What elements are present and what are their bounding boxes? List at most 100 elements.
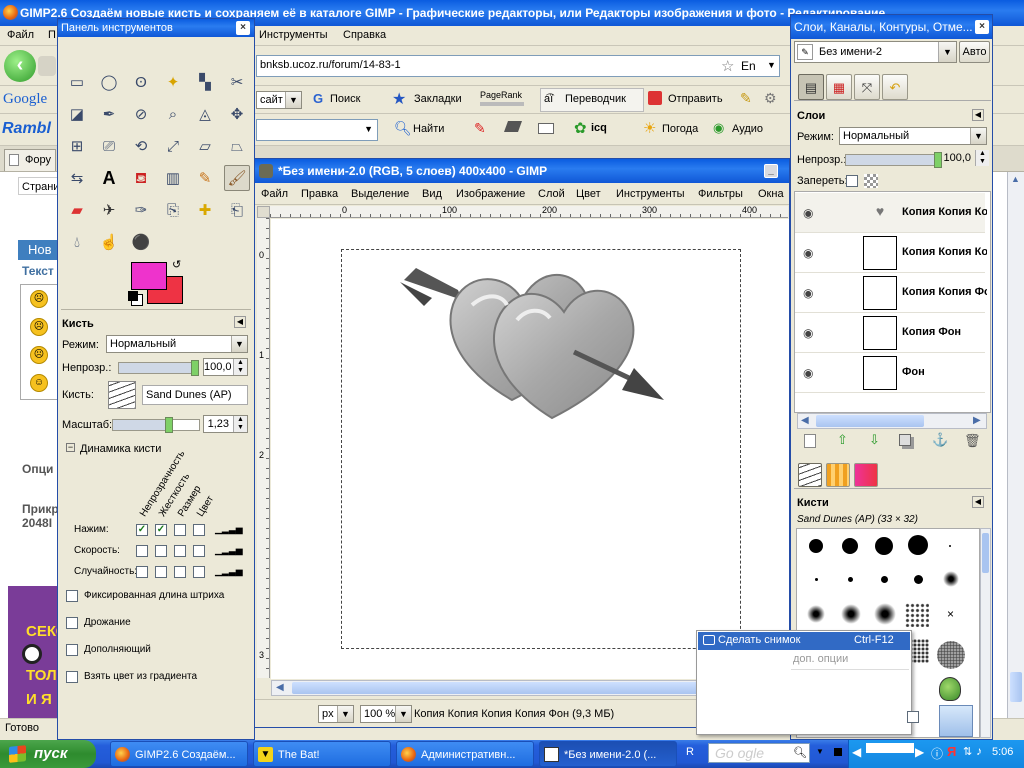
tray-info-icon[interactable]: ⓘ <box>931 745 943 762</box>
dynamics-checkbox[interactable] <box>155 545 167 557</box>
eraser-icon[interactable] <box>503 121 523 132</box>
tool-ellipse-select-button[interactable]: ◯ <box>96 69 122 95</box>
tool-free-select-button[interactable]: ʘ <box>128 69 154 95</box>
brush-thumb[interactable] <box>807 605 825 623</box>
tray-back-icon[interactable]: ◀ <box>852 745 861 759</box>
tray-square-icon[interactable] <box>834 748 842 756</box>
brush-thumb[interactable] <box>905 603 929 627</box>
image-combo[interactable]: ✎ Без имени-2 ▼ <box>794 41 957 63</box>
brush-thumb[interactable] <box>841 604 861 624</box>
tool-paths-button[interactable]: ✒ <box>96 101 122 127</box>
taskbar-search-box[interactable]: Go ogle 🔍︎ <box>708 743 810 763</box>
img-menu-view[interactable]: Вид <box>422 188 442 200</box>
option-checkbox[interactable] <box>66 617 78 629</box>
start-button[interactable]: пуск <box>0 740 96 768</box>
brush-thumb[interactable] <box>881 576 888 583</box>
highlight-icon[interactable]: ✎ <box>474 120 486 137</box>
audio-button[interactable]: Аудио <box>732 123 763 135</box>
menu-edit[interactable]: П <box>48 29 56 41</box>
rambler-find-button[interactable]: Найти <box>413 123 444 135</box>
tool-ink-button[interactable]: ✑ <box>128 197 154 223</box>
swap-colors-icon[interactable]: ↺ <box>172 258 181 271</box>
brush-thumb[interactable] <box>939 705 973 737</box>
layer-visibility-eye-icon[interactable]: ◉ <box>803 286 813 300</box>
brush-thumb[interactable] <box>875 537 893 555</box>
tool-scissors-button[interactable]: ✂ <box>224 69 250 95</box>
dynamics-checkbox[interactable]: ✓ <box>136 524 148 536</box>
tool-blur-button[interactable]: 💧︎ <box>64 229 90 255</box>
smiley-icon[interactable]: ☹ <box>30 290 48 308</box>
ad-banner[interactable]: СЕКС ТОЛ И Я <box>8 586 67 718</box>
tray-input-box[interactable] <box>866 743 914 753</box>
menu-file[interactable]: Файл <box>7 29 34 41</box>
layer-visibility-eye-icon[interactable]: ◉ <box>803 246 813 260</box>
tool-paintbrush-button[interactable]: 🖌︎ <box>224 165 250 191</box>
tab-layers[interactable]: ▤ <box>798 74 824 100</box>
tab-undo[interactable]: ↶ <box>882 74 908 100</box>
tool-color-picker-button[interactable]: ⊘ <box>128 101 154 127</box>
tool-crop-button[interactable]: ⎚ <box>96 133 122 159</box>
brush-thumb[interactable] <box>874 603 896 625</box>
minimize-button[interactable]: _ <box>764 164 778 178</box>
dynamics-expander[interactable]: − <box>66 443 75 452</box>
img-menu-file[interactable]: Файл <box>261 188 288 200</box>
dynamics-checkbox[interactable]: ✓ <box>155 524 167 536</box>
tool-shear-button[interactable]: ▱ <box>192 133 218 159</box>
dynamics-checkbox[interactable] <box>193 545 205 557</box>
lower-layer-icon[interactable]: ⇩ <box>869 432 880 448</box>
tool-rotate-button[interactable]: ⟲ <box>128 133 154 159</box>
address-bar[interactable]: bnksb.ucoz.ru/forum/14-83-1 ☆ En ▼ <box>256 55 780 77</box>
brush-thumb[interactable] <box>914 575 923 584</box>
img-menu-tools[interactable]: Инструменты <box>616 188 685 200</box>
menu-checkbox[interactable] <box>907 711 919 723</box>
layers-opacity-spin[interactable]: 100,0 ▲ ▼ <box>943 150 989 168</box>
smiley-icon[interactable]: ☹ <box>30 318 48 336</box>
img-menu-windows[interactable]: Окна <box>758 188 784 200</box>
fg-color-swatch[interactable] <box>131 262 167 290</box>
dynamics-checkbox[interactable] <box>193 566 205 578</box>
tool-zoom-button[interactable]: ⌕ <box>160 101 186 127</box>
menu-tools[interactable]: Инструменты <box>259 29 328 41</box>
dynamics-checkbox[interactable] <box>174 545 186 557</box>
tool-move-button[interactable]: ✥ <box>224 101 250 127</box>
dynamics-curve-icon[interactable]: ▁▂▃▅ <box>215 545 243 556</box>
smiley-icon[interactable]: ☹ <box>30 346 48 364</box>
lang-badge[interactable]: En <box>741 59 756 73</box>
browser-scroll-thumb[interactable] <box>1010 672 1022 702</box>
img-menu-image[interactable]: Изображение <box>456 188 525 200</box>
default-colors-icon[interactable] <box>128 291 138 301</box>
tray-audio-icon[interactable]: ♪ <box>976 744 982 758</box>
layers-opacity-slider[interactable] <box>845 152 942 168</box>
raise-layer-icon[interactable]: ⇧ <box>837 432 848 448</box>
translate-button[interactable]: a͡ï Переводчик <box>540 88 644 112</box>
tool-flip-button[interactable]: ⇆ <box>64 165 90 191</box>
taskbar-search-icon[interactable]: 🔍︎ <box>793 746 807 759</box>
google-bookmarks[interactable]: Закладки <box>414 93 462 105</box>
mode-combo[interactable]: Нормальный ▼ <box>106 335 248 353</box>
smiley-icon[interactable]: ☺ <box>30 374 48 392</box>
layer-visibility-eye-icon[interactable]: ◉ <box>803 326 813 340</box>
menu-extra-options[interactable]: доп. опции <box>793 653 848 665</box>
tool-dodge-burn-button[interactable]: ⚫ <box>128 229 154 255</box>
delete-layer-icon[interactable]: 🗑︎ <box>964 433 981 449</box>
option-checkbox[interactable] <box>66 644 78 656</box>
wrench-icon[interactable]: ⚙ <box>764 90 777 107</box>
layer-row[interactable]: ◉ Копия Копия Копия <box>795 233 987 273</box>
tab-brushes[interactable] <box>798 463 822 487</box>
tool-options-menu-icon[interactable]: ◀ <box>234 316 246 328</box>
tray-network-icon[interactable]: ⇅ <box>963 745 972 758</box>
anchor-layer-icon[interactable]: ⚓ <box>932 432 948 448</box>
browser-vscroll[interactable]: ▲ <box>1007 172 1024 718</box>
option-checkbox[interactable] <box>66 590 78 602</box>
menu-item-take-snapshot[interactable]: Сделать снимок Ctrl-F12 <box>698 632 910 650</box>
taskbar-item-firefox[interactable]: GIMP2.6 Создаём... <box>110 741 248 767</box>
tray-forward-icon[interactable]: ▶ <box>915 745 924 759</box>
scroll-left-icon[interactable]: ◀ <box>276 682 284 693</box>
brush-thumb[interactable] <box>908 535 928 555</box>
tool-bucket-fill-button[interactable]: ⛾ <box>128 165 154 191</box>
tab-patterns[interactable] <box>826 463 850 487</box>
layers-menu-icon[interactable]: ◀ <box>972 109 984 121</box>
scale-spin[interactable]: 1,23 ▲ ▼ <box>203 415 248 433</box>
vertical-ruler[interactable]: 0 1 2 3 <box>257 218 270 678</box>
mail-icon[interactable] <box>538 123 554 134</box>
